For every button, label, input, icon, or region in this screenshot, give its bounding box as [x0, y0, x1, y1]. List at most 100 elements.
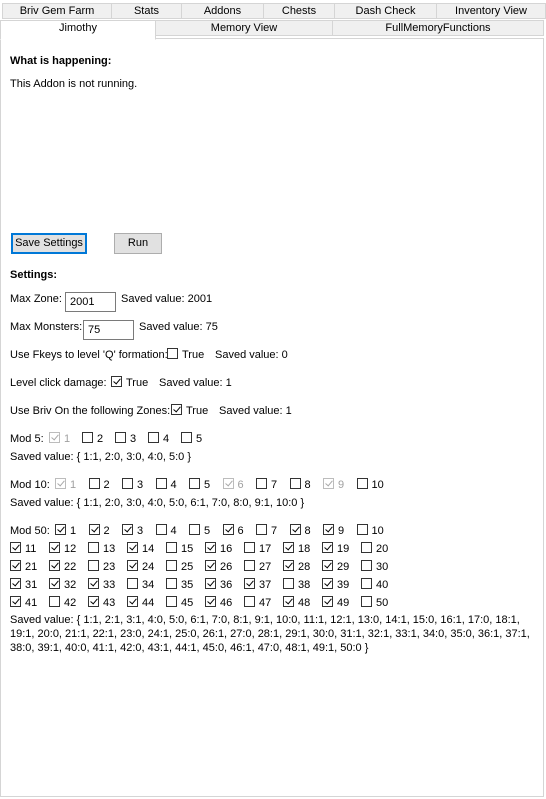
mod50-checkbox-22[interactable]	[49, 560, 60, 571]
mod5-checkbox-1	[49, 432, 60, 443]
max-zone-label: Max Zone:	[10, 293, 62, 305]
mod50-checkbox-label-16: 16	[220, 543, 233, 555]
mod50-checkbox-7[interactable]	[256, 524, 267, 535]
mod50-checkbox-42[interactable]	[49, 596, 60, 607]
mod50-checkbox-29[interactable]	[322, 560, 333, 571]
mod10-checkbox-4[interactable]	[155, 478, 167, 489]
tab-full-memory-functions[interactable]: FullMemoryFunctions	[332, 20, 544, 36]
mod10-checkbox-3[interactable]	[122, 478, 133, 489]
mod50-checkbox-27[interactable]	[244, 560, 255, 571]
tab-chests[interactable]: Chests	[263, 3, 335, 19]
mod50-checkbox-label-50: 50	[376, 597, 389, 609]
mod50-checkbox-9[interactable]	[323, 524, 334, 535]
mod50-checkbox-33[interactable]	[88, 578, 99, 589]
mod50-checkbox-6[interactable]	[222, 524, 234, 535]
mod50-checkbox-40[interactable]	[361, 578, 372, 589]
tab-dash-check[interactable]: Dash Check	[334, 3, 437, 19]
mod50-checkbox-16[interactable]	[205, 542, 216, 553]
tab-stats[interactable]: Stats	[111, 3, 182, 19]
mod50-checkbox-24[interactable]	[127, 560, 138, 571]
mod50-checkbox-26[interactable]	[205, 560, 216, 571]
mod10-checkbox-5[interactable]	[189, 478, 200, 489]
mod50-checkbox-label-35: 35	[181, 579, 194, 591]
mod50-checkbox-28[interactable]	[283, 560, 294, 571]
mod50-checkbox-13[interactable]	[88, 542, 99, 553]
mod10-checkbox-label-9: 9	[338, 479, 345, 491]
mod5-checkbox-5[interactable]	[181, 432, 192, 443]
tab-memory-view[interactable]: Memory View	[155, 20, 333, 36]
mod50-checkbox-3[interactable]	[122, 524, 133, 535]
max-monsters-label: Max Monsters:	[10, 321, 83, 333]
mod50-checkbox-label-3: 3	[137, 525, 144, 537]
mod10-label: Mod 10:	[10, 479, 50, 491]
mod50-checkbox-46[interactable]	[205, 596, 216, 607]
mod50-checkbox-34[interactable]	[127, 578, 138, 589]
briv-zones-checkbox[interactable]	[171, 404, 182, 415]
mod50-checkbox-label-8: 8	[304, 525, 311, 537]
mod50-checkbox-15[interactable]	[166, 542, 177, 553]
tab-inventory-view[interactable]: Inventory View	[436, 3, 546, 19]
mod50-checkbox-35[interactable]	[166, 578, 177, 589]
mod50-checkbox-21[interactable]	[10, 560, 21, 571]
mod50-checkbox-2[interactable]	[88, 524, 100, 535]
mod50-checkbox-47[interactable]	[244, 596, 255, 607]
mod50-checkbox-5[interactable]	[189, 524, 200, 535]
mod50-checkbox-14[interactable]	[127, 542, 138, 553]
click-damage-checkbox[interactable]	[111, 376, 122, 387]
mod10-checkbox-10[interactable]	[356, 478, 368, 489]
mod50-checkbox-38[interactable]	[283, 578, 294, 589]
max-monsters-input[interactable]: 75	[83, 320, 134, 340]
mod50-checkbox-41[interactable]	[10, 596, 21, 607]
mod10-checkbox-8[interactable]	[289, 478, 301, 489]
mod50-checkbox-37[interactable]	[244, 578, 255, 589]
mod10-checkbox-7[interactable]	[256, 478, 267, 489]
mod5-checkbox-3[interactable]	[115, 432, 126, 443]
mod50-checkbox-label-22: 22	[64, 561, 77, 573]
mod5-checkbox-2[interactable]	[82, 432, 93, 443]
mod50-checkbox-20[interactable]	[361, 542, 372, 553]
mod50-checkbox-31[interactable]	[10, 578, 21, 589]
tab-jimothy[interactable]: Jimothy	[0, 20, 156, 40]
mod50-checkbox-label-29: 29	[337, 561, 350, 573]
mod50-checkbox-48[interactable]	[283, 596, 294, 607]
mod50-checkbox-label-2: 2	[103, 525, 110, 537]
mod50-checkbox-43[interactable]	[88, 596, 99, 607]
run-button[interactable]: Run	[114, 233, 162, 254]
tab-briv-gem-farm[interactable]: Briv Gem Farm	[2, 3, 112, 19]
settings-heading: Settings:	[10, 269, 58, 281]
mod10-checkbox-2[interactable]	[88, 478, 100, 489]
mod50-checkbox-17[interactable]	[244, 542, 255, 553]
max-zone-input[interactable]: 2001	[65, 292, 116, 312]
mod50-checkbox-32[interactable]	[49, 578, 60, 589]
mod5-checkbox-label-4: 4	[163, 433, 170, 445]
mod50-checkbox-label-38: 38	[298, 579, 311, 591]
mod50-checkbox-49[interactable]	[322, 596, 333, 607]
mod50-checkbox-39[interactable]	[322, 578, 333, 589]
tab-addons[interactable]: Addons	[181, 3, 264, 19]
mod5-checkbox-label-5: 5	[196, 433, 203, 445]
save-settings-button[interactable]: Save Settings	[11, 233, 87, 254]
fkeys-saved: Saved value: 0	[215, 349, 288, 361]
fkeys-checkbox[interactable]	[167, 348, 178, 359]
mod50-label: Mod 50:	[10, 525, 50, 537]
mod50-checkbox-label-4: 4	[170, 525, 177, 537]
mod50-checkbox-10[interactable]	[356, 524, 368, 535]
mod50-checkbox-4[interactable]	[155, 524, 167, 535]
mod50-checkbox-19[interactable]	[322, 542, 333, 553]
mod50-checkbox-label-10: 10	[371, 525, 384, 537]
mod50-checkbox-30[interactable]	[361, 560, 372, 571]
mod50-checkbox-label-42: 42	[64, 597, 77, 609]
status-heading: What is happening:	[10, 55, 112, 67]
mod50-checkbox-36[interactable]	[205, 578, 216, 589]
mod50-checkbox-1[interactable]	[55, 524, 66, 535]
mod50-checkbox-12[interactable]	[49, 542, 60, 553]
mod50-checkbox-25[interactable]	[166, 560, 177, 571]
mod50-checkbox-23[interactable]	[88, 560, 99, 571]
mod50-checkbox-18[interactable]	[283, 542, 294, 553]
mod50-checkbox-45[interactable]	[166, 596, 177, 607]
mod50-checkbox-11[interactable]	[10, 542, 21, 553]
mod5-checkbox-4[interactable]	[148, 432, 159, 443]
mod50-checkbox-44[interactable]	[127, 596, 138, 607]
mod50-checkbox-50[interactable]	[361, 596, 372, 607]
mod50-checkbox-8[interactable]	[289, 524, 301, 535]
